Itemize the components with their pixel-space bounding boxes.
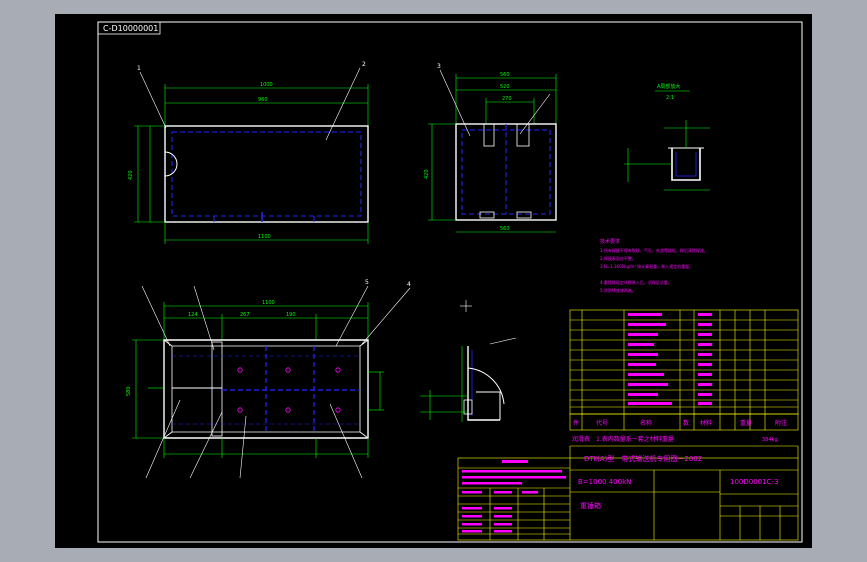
svg-text:560: 560 [500,226,510,232]
svg-text:270: 270 [502,96,512,102]
code-tag: C-D10000001 [97,21,161,35]
code-tag-text: C-D10000001 [103,24,158,33]
part-label-2: 2 [362,61,366,68]
header-cell-4: 数 [683,419,689,427]
note-line-3: 3.N=1 3600kg/m³ 按计算配重，装入规定的重量。 [600,263,693,269]
header-cell-5: 材料 [700,419,712,427]
svg-text:560: 560 [500,72,510,78]
drawing-number: 100D0001C-3 [730,478,778,486]
notes-title: 技术要求 [600,238,620,245]
svg-text:1000: 1000 [260,82,273,88]
title-weight-tag: 384kg [762,437,778,443]
standard-line: DTⅡ(A)型 带式输送机专用图－2002 [584,454,702,463]
svg-text:420: 420 [424,169,430,179]
svg-text:1100: 1100 [262,300,275,306]
part-label-4: 4 [407,281,411,288]
svg-text:960: 960 [258,97,268,103]
part-label-3: 3 [437,63,441,70]
note-line-5: 5.涂防锈底漆两遍。 [600,287,636,293]
svg-text:580: 580 [126,386,132,396]
header-cell-6: 重量 [740,419,752,427]
detail-scale: 2:1 [666,95,674,101]
header-cell-2: 代号 [596,419,608,427]
header-cell-7: 附注 [775,419,787,427]
svg-text:1100: 1100 [258,234,271,240]
svg-text:124: 124 [188,312,198,318]
spec-text: B=1000 400kN [578,478,631,486]
note-line-2: 2.焊接表面应平整。 [600,255,636,261]
header-cell-3: 名称 [640,419,652,427]
svg-text:267: 267 [240,312,250,318]
drawing-paper [55,14,812,548]
cad-viewport[interactable]: C-D10000001 1000 960 420 1100 1 2 560 52… [0,0,867,562]
note-line-4: 4.重锤按规定块数装入后，须保证总重。 [600,279,672,285]
part-label-5: 5 [365,279,369,286]
part-label-1: 1 [137,65,141,72]
drawing-name: 重锤箱 [580,501,601,510]
note-line-1: 1.所有焊缝不得有裂纹、气孔、夹渣等缺陷，焊后清除焊渣。 [600,247,708,253]
svg-text:190: 190 [286,312,296,318]
drawing-canvas: C-D10000001 1000 960 420 1100 1 2 560 52… [0,0,867,562]
svg-text:520: 520 [500,84,510,90]
detail-label: A局部放大 [657,83,680,90]
header-cell-1: 件 [573,419,579,427]
svg-text:420: 420 [128,170,134,180]
title-note-row: 润滑表 1.表内数量系一套之材料重量 [572,435,674,443]
